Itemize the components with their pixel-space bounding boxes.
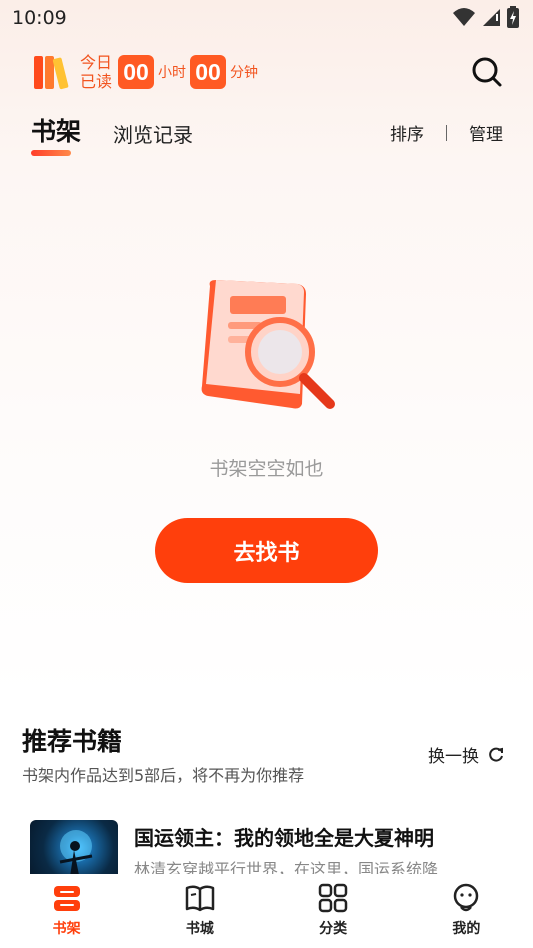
empty-shelf-illustration (194, 276, 338, 416)
manage-button[interactable]: 管理 (469, 120, 503, 145)
nav-item-bookshelf[interactable]: 书架 (0, 874, 133, 948)
today-reading-stats[interactable]: 今日 已读 00 小时 00 分钟 (32, 52, 262, 92)
status-time: 10:09 (12, 7, 67, 29)
sort-button[interactable]: 排序 (390, 120, 424, 145)
shelf-actions: 排序 管理 (390, 120, 503, 145)
tab-history[interactable]: 浏览记录 (113, 119, 193, 148)
nav-label-bookshelf: 书架 (52, 921, 81, 937)
open-book-icon (185, 885, 215, 912)
hours-value: 00 (118, 55, 155, 89)
tab-bookshelf-label: 书架 (31, 117, 82, 146)
actions-divider (446, 124, 447, 141)
signal-icon (483, 9, 500, 26)
shelf-tabs: 书架 浏览记录 (31, 112, 193, 156)
minutes-unit: 分钟 (230, 65, 259, 81)
nav-item-profile[interactable]: 我的 (400, 874, 533, 948)
wifi-icon (453, 8, 475, 26)
empty-shelf-message: 书架空空如也 (209, 458, 324, 480)
book-description: 林清玄穿越平行世界，在这里，国运系统降 (134, 860, 439, 874)
search-button[interactable] (471, 56, 503, 88)
book-cover-image (30, 820, 118, 874)
nav-label-bookstore: 书城 (185, 921, 214, 937)
grid-icon (318, 883, 348, 913)
book-title: 国运领主：我的领地全是大夏神明 (134, 826, 434, 850)
bottom-navigation: 书架 书城 分类 我的 (0, 874, 533, 948)
status-bar: 10:09 (0, 0, 533, 36)
nav-item-category[interactable]: 分类 (267, 874, 400, 948)
profile-icon (454, 883, 479, 912)
recommended-book-item[interactable]: 国运领主：我的领地全是大夏神明 林清玄穿越平行世界，在这里，国运系统降 (30, 818, 510, 874)
refresh-button[interactable]: 换一换 (428, 742, 505, 767)
refresh-label: 换一换 (428, 747, 479, 767)
today-read-label: 今日 已读 (80, 53, 113, 91)
recommend-subtitle: 书架内作品达到5部后，将不再为你推荐 (22, 766, 305, 785)
recommend-title: 推荐书籍 (22, 727, 123, 756)
bookshelf-icon (53, 886, 80, 911)
nav-item-bookstore[interactable]: 书城 (133, 874, 266, 948)
find-books-button[interactable]: 去找书 (155, 518, 378, 583)
hours-unit: 小时 (158, 65, 187, 81)
nav-label-category: 分类 (319, 921, 348, 937)
tab-bookshelf[interactable]: 书架 (31, 112, 82, 156)
battery-icon (507, 6, 519, 28)
refresh-icon (489, 747, 503, 762)
nav-label-profile: 我的 (452, 921, 481, 937)
books-logo-icon (32, 53, 70, 91)
status-icons (453, 6, 519, 28)
search-icon (472, 57, 502, 87)
tab-active-indicator (31, 150, 71, 156)
minutes-value: 00 (190, 55, 227, 89)
